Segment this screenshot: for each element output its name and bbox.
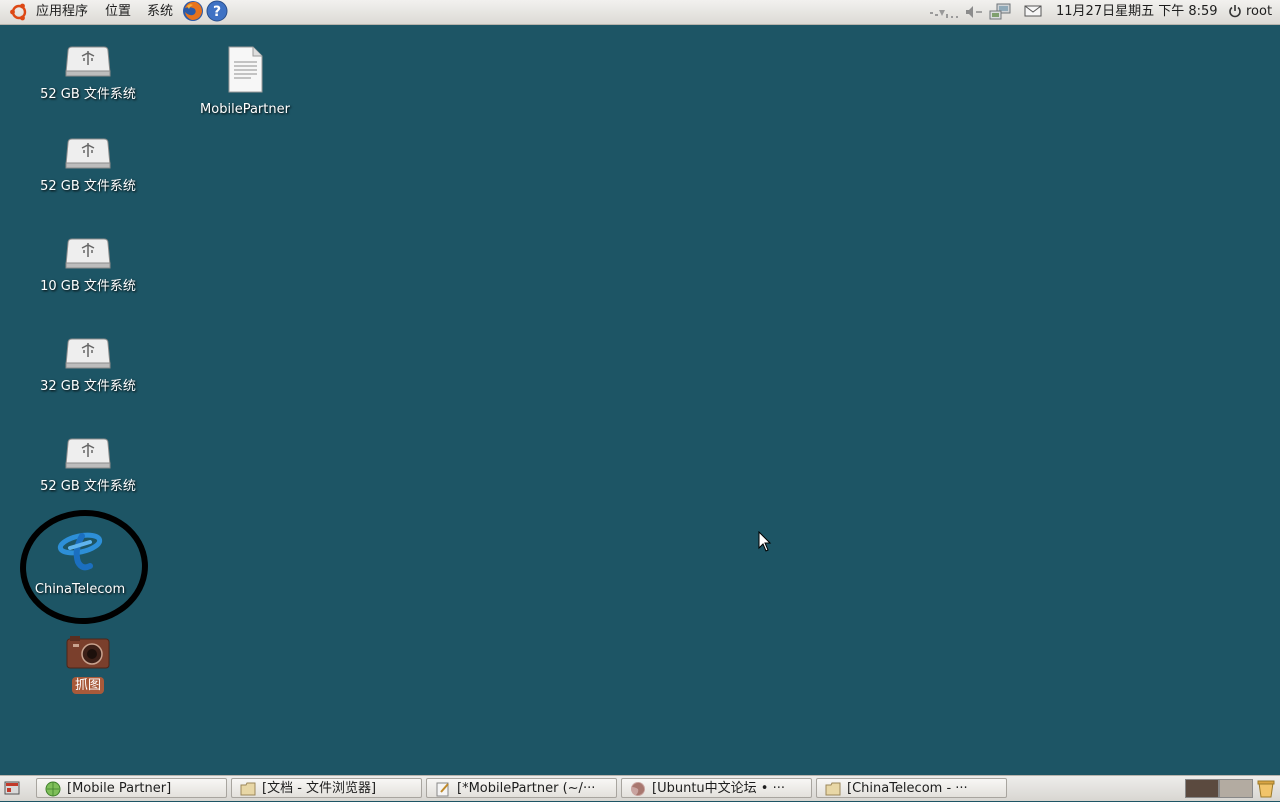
camera-icon bbox=[18, 634, 158, 674]
task-label: [Ubuntu中文论坛 • ··· bbox=[652, 781, 785, 796]
firefox-launcher-icon[interactable] bbox=[182, 0, 204, 26]
ubuntu-logo-icon[interactable] bbox=[8, 2, 30, 26]
folder-icon bbox=[240, 781, 256, 797]
desktop-icon-label: MobilePartner bbox=[200, 102, 290, 117]
menu-system[interactable]: 系统 bbox=[147, 3, 173, 21]
menu-places[interactable]: 位置 bbox=[105, 3, 131, 21]
help-icon[interactable]: ? bbox=[206, 0, 228, 26]
hand-drawn-circle-annotation bbox=[16, 505, 152, 629]
text-file-icon bbox=[175, 46, 315, 98]
task-text-editor[interactable]: [*MobilePartner (~/··· bbox=[426, 778, 617, 798]
desktop-icon-label: 10 GB 文件系统 bbox=[40, 279, 136, 294]
user-menu[interactable]: root bbox=[1246, 3, 1272, 21]
clock[interactable]: 11月27日星期五 下午 8:59 bbox=[1056, 3, 1218, 21]
folder-icon bbox=[825, 781, 841, 797]
globe-icon bbox=[45, 781, 61, 797]
svg-text:?: ? bbox=[213, 4, 221, 20]
desktop-icon-mobilepartner[interactable]: MobilePartner bbox=[175, 46, 315, 117]
task-mobile-partner[interactable]: [Mobile Partner] bbox=[36, 778, 227, 798]
network-manager-icon[interactable] bbox=[988, 2, 1012, 26]
workspace-1[interactable] bbox=[1185, 779, 1219, 798]
mouse-cursor-icon bbox=[758, 530, 772, 557]
desktop-icon-drive-32gb[interactable]: 32 GB 文件系统 bbox=[18, 335, 158, 394]
desktop-icon-label: 32 GB 文件系统 bbox=[40, 379, 136, 394]
task-chinatelecom-folder[interactable]: [ChinaTelecom - ··· bbox=[816, 778, 1007, 798]
power-icon[interactable] bbox=[1228, 4, 1242, 22]
drive-icon bbox=[18, 43, 158, 83]
desktop-icon-label: 52 GB 文件系统 bbox=[40, 179, 136, 194]
desktop-icon-label: 52 GB 文件系统 bbox=[40, 87, 136, 102]
task-file-browser[interactable]: [文档 - 文件浏览器] bbox=[231, 778, 422, 798]
top-panel: 应用程序 位置 系统 ? 11月27日星期五 下午 8:59 root bbox=[0, 0, 1280, 25]
desktop-icon-label: 抓图 bbox=[71, 677, 104, 694]
desktop-icon-drive-52gb-2[interactable]: 52 GB 文件系统 bbox=[18, 135, 158, 194]
drive-icon bbox=[18, 435, 158, 475]
mail-icon[interactable] bbox=[1024, 4, 1042, 22]
firefox-icon bbox=[630, 781, 646, 797]
task-label: [Mobile Partner] bbox=[67, 781, 172, 796]
workspace-2[interactable] bbox=[1219, 779, 1253, 798]
editor-icon bbox=[435, 781, 451, 797]
menu-applications[interactable]: 应用程序 bbox=[36, 3, 88, 21]
show-desktop-icon[interactable] bbox=[4, 781, 20, 799]
desktop-icon-drive-10gb[interactable]: 10 GB 文件系统 bbox=[18, 235, 158, 294]
task-label: [*MobilePartner (~/··· bbox=[457, 781, 596, 796]
trash-icon[interactable] bbox=[1256, 778, 1276, 802]
bottom-panel: [Mobile Partner] [文档 - 文件浏览器] [*MobilePa… bbox=[0, 775, 1280, 801]
desktop-icon-label: 52 GB 文件系统 bbox=[40, 479, 136, 494]
task-firefox-forum[interactable]: [Ubuntu中文论坛 • ··· bbox=[621, 778, 812, 798]
desktop-icon-drive-52gb[interactable]: 52 GB 文件系统 bbox=[18, 43, 158, 102]
drive-icon bbox=[18, 235, 158, 275]
volume-muted-icon[interactable] bbox=[964, 4, 984, 24]
task-label: [ChinaTelecom - ··· bbox=[847, 781, 968, 796]
drive-icon bbox=[18, 335, 158, 375]
drive-icon bbox=[18, 135, 158, 175]
desktop-icon-drive-52gb-3[interactable]: 52 GB 文件系统 bbox=[18, 435, 158, 494]
task-label: [文档 - 文件浏览器] bbox=[262, 781, 377, 796]
desktop-icon-screenshot[interactable]: 抓图 bbox=[18, 634, 158, 694]
network-signal-icon[interactable] bbox=[930, 4, 960, 24]
